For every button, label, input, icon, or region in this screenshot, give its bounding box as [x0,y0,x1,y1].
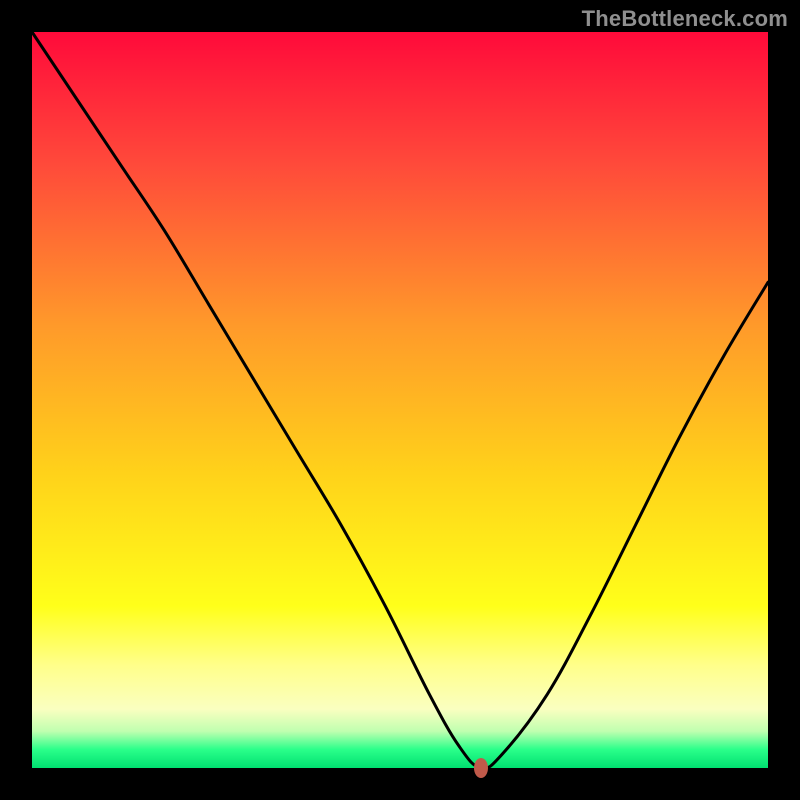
chart-container: TheBottleneck.com [0,0,800,800]
plot-area [32,32,768,768]
minimum-marker [474,758,488,778]
bottleneck-curve [32,32,768,768]
curve-layer [32,32,768,768]
watermark-text: TheBottleneck.com [582,6,788,32]
